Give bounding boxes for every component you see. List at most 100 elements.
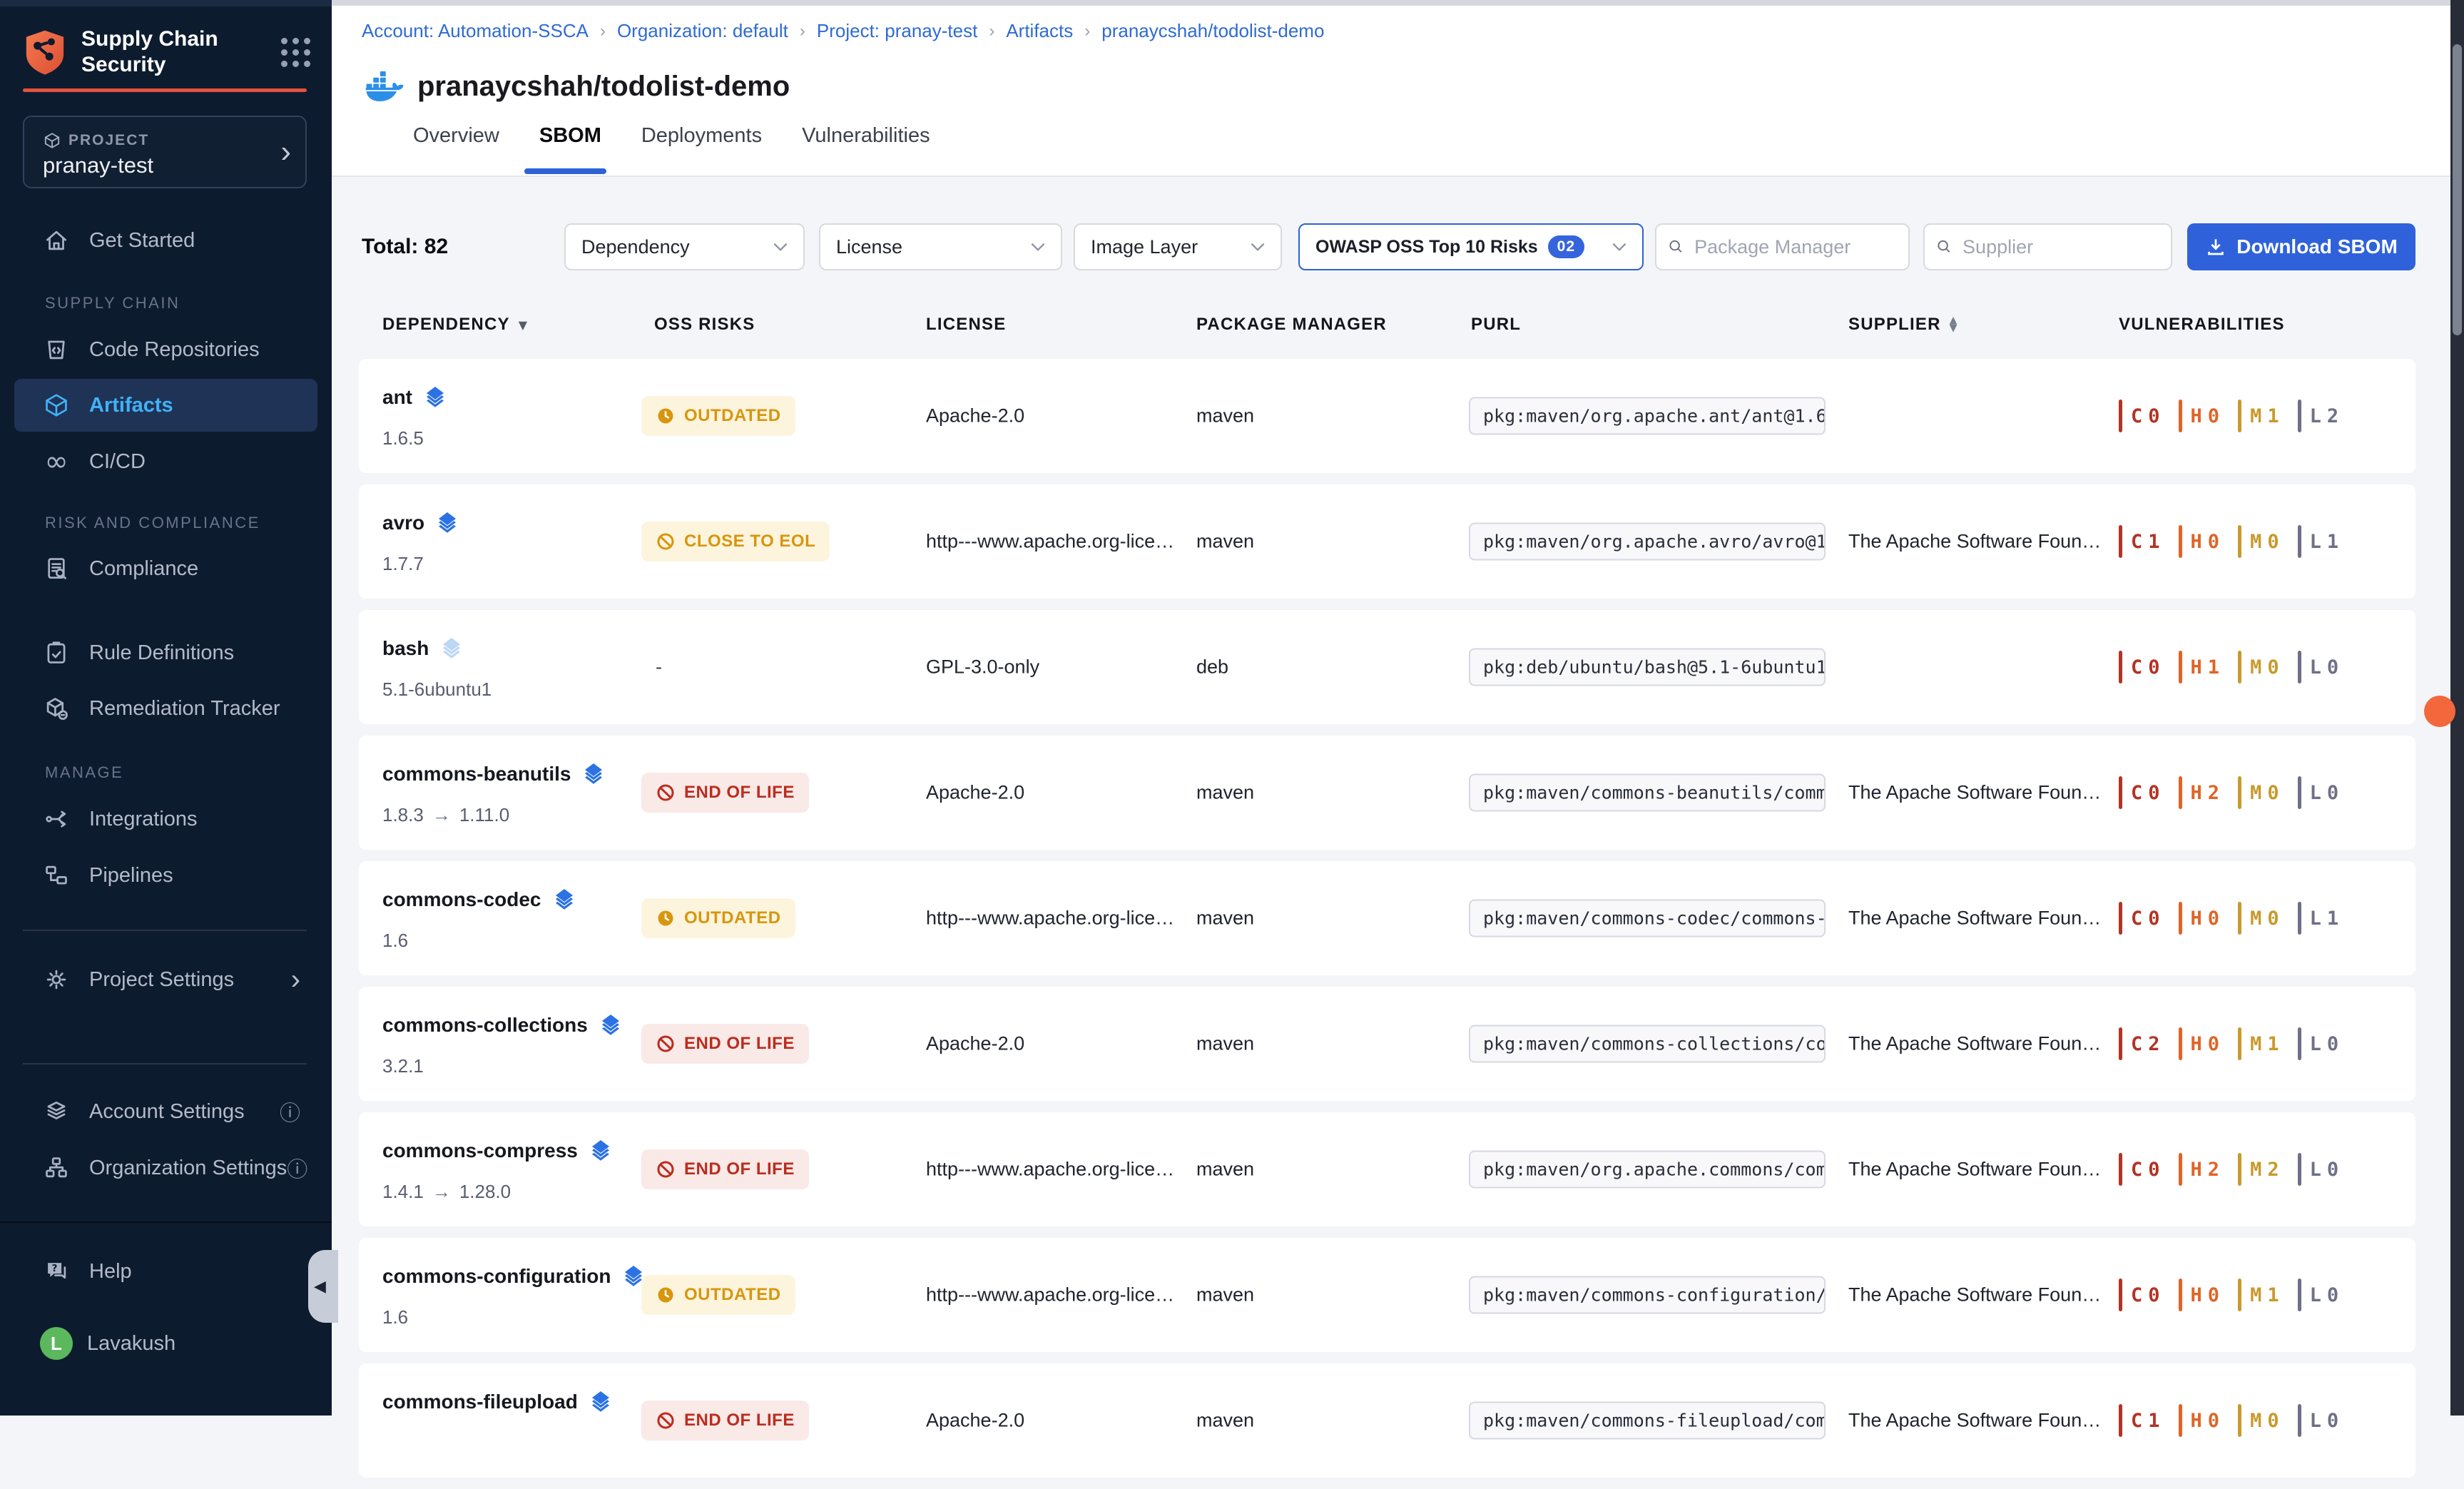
purl-chip[interactable]: pkg:maven/org.apache.ant/ant@1.6… — [1469, 397, 1826, 435]
tab-vulnerabilities[interactable]: Vulnerabilities — [800, 120, 931, 152]
sidebar-item-remediation-tracker[interactable]: Remediation Tracker — [14, 682, 317, 735]
tab-overview[interactable]: Overview — [412, 120, 501, 152]
main-content: Account: Automation-SSCA › Organization:… — [332, 0, 2464, 1416]
breadcrumb-account[interactable]: Account: Automation-SSCA — [362, 20, 589, 42]
image-layer-filter-select[interactable]: Image Layer — [1074, 223, 1282, 270]
sidebar-item-help[interactable]: ? Help — [14, 1245, 317, 1298]
table-row[interactable]: commons-collections 3.2.1 END OF LIFE — [359, 987, 2415, 1101]
license-cell: http---www.apache.org-lice… — [926, 1159, 1174, 1181]
table-row[interactable]: commons-configuration 1.6 OUTDATED — [359, 1238, 2415, 1352]
docker-icon — [365, 69, 404, 103]
vuln-low-count: L1 — [2298, 525, 2339, 558]
layers-icon — [588, 1389, 614, 1415]
dependency-version: 5.1-6ubuntu1 — [382, 679, 509, 701]
page-title-row: pranaycshah/todolist-demo — [365, 51, 790, 122]
breadcrumb-separator: › — [600, 21, 606, 41]
vuln-high-count: H0 — [2179, 525, 2220, 558]
package-manager-cell: maven — [1196, 782, 1254, 804]
breadcrumb-current[interactable]: pranaycshah/todolist-demo — [1101, 20, 1324, 42]
sidebar-item-rule-definitions[interactable]: Rule Definitions — [14, 626, 317, 679]
package-manager-cell: maven — [1196, 405, 1254, 427]
breadcrumb-organization[interactable]: Organization: default — [617, 20, 788, 42]
column-header-package-manager[interactable]: PACKAGE MANAGER — [1196, 315, 1387, 335]
project-selector[interactable]: PROJECT pranay-test › — [23, 116, 307, 188]
search-icon — [1668, 238, 1684, 256]
vuln-medium-count: M1 — [2238, 1279, 2279, 1311]
table-row[interactable]: bash 5.1-6ubuntu1 - GPL-3.0-only deb pkg… — [359, 610, 2415, 724]
section-risk-and-compliance: RISK AND COMPLIANCE — [45, 514, 260, 532]
organization-tree-icon — [43, 1154, 70, 1181]
dependency-filter-select[interactable]: Dependency — [564, 223, 805, 270]
breadcrumb-project[interactable]: Project: pranay-test — [817, 20, 977, 42]
table-row[interactable]: commons-compress 1.4.1→1.28.0 END OF LIF… — [359, 1112, 2415, 1226]
vuln-medium-count: M1 — [2238, 400, 2279, 432]
table-row[interactable]: avro 1.7.7 CLOSE TO EOL http---www. — [359, 484, 2415, 599]
column-header-dependency[interactable]: DEPENDENCY▼ — [382, 315, 528, 335]
purl-chip[interactable]: pkg:maven/commons-beanutils/comm… — [1469, 774, 1826, 812]
sidebar-item-get-started[interactable]: Get Started — [14, 214, 317, 267]
block-icon — [656, 1159, 676, 1179]
sidebar-item-pipelines[interactable]: Pipelines — [14, 849, 317, 902]
supplier-search-input[interactable] — [1961, 235, 2159, 259]
sidebar-item-cicd[interactable]: ∞ CI/CD — [14, 435, 317, 488]
dependency-name: commons-fileupload — [382, 1391, 578, 1413]
purl-chip[interactable]: pkg:maven/commons-fileupload/com… — [1469, 1402, 1826, 1440]
compliance-doc-search-icon — [43, 555, 70, 582]
sidebar-item-account-settings[interactable]: Account Settings ⓘ — [14, 1085, 317, 1138]
vuln-low-count: L0 — [2298, 1027, 2339, 1060]
purl-chip[interactable]: pkg:maven/commons-collections/co… — [1469, 1025, 1826, 1063]
package-manager-cell: maven — [1196, 1284, 1254, 1306]
sidebar-item-artifacts[interactable]: Artifacts — [14, 379, 317, 432]
breadcrumb-artifacts[interactable]: Artifacts — [1006, 20, 1073, 42]
info-icon[interactable]: ⓘ — [280, 1097, 300, 1127]
table-header: DEPENDENCY▼ OSS RISKS LICENSE PACKAGE MA… — [359, 315, 2415, 343]
supplier-cell: The Apache Software Foun… — [1848, 1033, 2101, 1055]
vuln-critical-count: C2 — [2119, 1027, 2160, 1060]
sidebar-item-project-settings[interactable]: Project Settings › — [14, 953, 317, 1006]
dependency-name: ant — [382, 386, 412, 409]
block-icon — [656, 783, 676, 803]
package-manager-search-input[interactable] — [1693, 235, 1897, 259]
tab-sbom[interactable]: SBOM — [538, 120, 603, 152]
column-header-oss-risks[interactable]: OSS RISKS — [654, 315, 755, 335]
column-header-license[interactable]: LICENSE — [926, 315, 1006, 335]
sidebar: Supply Chain Security PROJECT pranay-tes… — [0, 0, 332, 1416]
purl-chip[interactable]: pkg:maven/org.apache.avro/avro@1… — [1469, 523, 1826, 561]
sidebar-item-organization-settings[interactable]: Organization Settings ⓘ — [14, 1142, 317, 1194]
license-cell: http---www.apache.org-lice… — [926, 908, 1174, 930]
layers-icon — [588, 1138, 614, 1164]
scrollbar-thumb[interactable] — [2453, 44, 2462, 335]
table-row[interactable]: commons-codec 1.6 OUTDATED http---w — [359, 861, 2415, 975]
sidebar-item-compliance[interactable]: Compliance — [14, 542, 317, 595]
table-row[interactable]: ant 1.6.5 OUTDATED Apache-2.0 m — [359, 359, 2415, 473]
owasp-risks-filter-select[interactable]: OWASP OSS Top 10 Risks 02 — [1298, 223, 1644, 270]
license-filter-select[interactable]: License — [819, 223, 1062, 270]
info-icon[interactable]: ⓘ — [287, 1153, 307, 1183]
supplier-search — [1923, 223, 2172, 270]
sidebar-divider — [23, 930, 307, 931]
tab-deployments[interactable]: Deployments — [640, 120, 763, 152]
purl-chip[interactable]: pkg:maven/commons-configuration/… — [1469, 1276, 1826, 1314]
sidebar-item-code-repositories[interactable]: Code Repositories — [14, 323, 317, 376]
column-header-vulnerabilities[interactable]: VULNERABILITIES — [2119, 315, 2285, 335]
user-menu[interactable]: L Lavakush — [14, 1317, 317, 1370]
column-header-purl[interactable]: PURL — [1471, 315, 1521, 335]
purl-chip[interactable]: pkg:maven/commons-codec/commons-… — [1469, 900, 1826, 937]
table-row[interactable]: commons-fileupload END OF LIFE Apa — [359, 1363, 2415, 1478]
notification-dot[interactable] — [2424, 696, 2455, 727]
column-header-supplier[interactable]: SUPPLIER ▲▼ — [1848, 315, 1958, 335]
sidebar-item-integrations[interactable]: Integrations — [14, 793, 317, 845]
window-top-edge — [0, 0, 332, 6]
avatar: L — [40, 1327, 73, 1360]
breadcrumb: Account: Automation-SSCA › Organization:… — [362, 20, 1324, 42]
download-sbom-button[interactable]: Download SBOM — [2187, 223, 2415, 270]
project-name: pranay-test — [43, 153, 153, 178]
module-grid-icon[interactable] — [281, 38, 310, 67]
chevron-right-icon: › — [280, 136, 291, 168]
sidebar-collapse-handle[interactable]: ◀ — [308, 1250, 338, 1323]
dependency-version: 1.6 — [382, 930, 425, 952]
purl-chip[interactable]: pkg:maven/org.apache.commons/com… — [1469, 1151, 1826, 1189]
table-row[interactable]: commons-beanutils 1.8.3→1.11.0 END OF LI… — [359, 736, 2415, 850]
total-count: Total: 82 — [362, 223, 448, 270]
purl-chip[interactable]: pkg:deb/ubuntu/bash@5.1-6ubuntu1 — [1469, 649, 1826, 686]
